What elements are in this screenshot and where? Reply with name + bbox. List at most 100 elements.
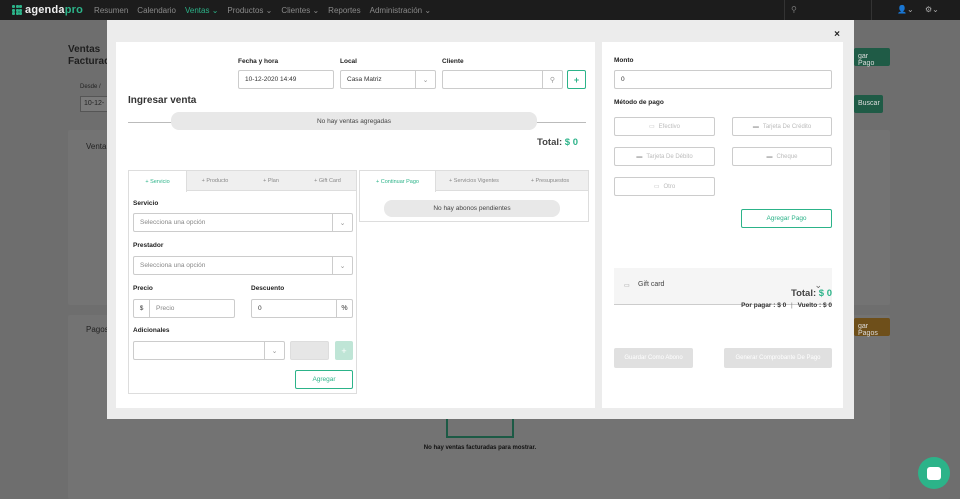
user-menu-icon[interactable]: 👤⌄	[897, 5, 914, 14]
bg-title-line2: Facturad	[68, 56, 111, 67]
servicio-placeholder: Selecciona una opción	[140, 219, 206, 226]
pay-tabs-panel: + Continuar Pago + Servicios Vigentes + …	[359, 170, 589, 222]
chevron-down-icon: ⌄	[332, 214, 352, 231]
agregar-pago-button[interactable]: Agregar Pago	[741, 209, 832, 228]
credit-card-icon: ▬	[752, 123, 759, 130]
descuento-value: 0	[258, 305, 262, 312]
pago-total-value: $ 0	[818, 288, 832, 299]
nav-item-productos[interactable]: Productos ⌄	[227, 6, 272, 15]
por-pagar: Por pagar : $ 0	[741, 302, 787, 309]
adicionales-label: Adicionales	[133, 327, 170, 334]
tarjeta-credito-label: Tarjeta De Crédito	[762, 123, 812, 130]
nav-item-ventas[interactable]: Ventas ⌄	[185, 6, 218, 15]
monto-label: Monto	[614, 57, 634, 64]
tab-servicios-vigentes[interactable]: + Servicios Vigentes	[436, 171, 512, 191]
adicionales-quantity[interactable]	[290, 341, 329, 360]
prestador-placeholder: Selecciona una opción	[140, 262, 206, 269]
tab-servicio[interactable]: + Servicio	[129, 171, 187, 192]
precio-input[interactable]: $ Precio	[133, 299, 235, 318]
nav-item-resumen[interactable]: Resumen	[94, 6, 128, 15]
bg-buscar-button: Buscar	[854, 95, 883, 113]
monto-input[interactable]: 0	[614, 70, 832, 89]
chevron-down-icon: ⌄	[264, 342, 284, 359]
local-label: Local	[340, 58, 357, 65]
bg-agregar-pagos-button: gar Pagos	[854, 318, 890, 337]
gift-card-icon: ▭	[624, 283, 630, 289]
logo-text: agenda	[25, 4, 65, 16]
descuento-input[interactable]: 0 %	[251, 299, 353, 318]
logo-text-pro: pro	[64, 4, 84, 16]
bg-agregar-pago-button: gar Pago	[854, 48, 890, 67]
chat-launcher-button[interactable]	[918, 457, 950, 489]
prestador-label: Prestador	[133, 242, 164, 249]
prestador-select[interactable]: Selecciona una opción ⌄	[133, 256, 353, 275]
nav-menu: Resumen Calendario Ventas ⌄ Productos ⌄ …	[94, 6, 440, 15]
cheque-label: Cheque	[776, 153, 798, 160]
pago-total: Total: $ 0	[791, 288, 832, 299]
pago-summary: Por pagar : $ 0 | Vuelto : $ 0	[741, 302, 832, 309]
payment-method-otro[interactable]: ▭ Otro	[614, 177, 715, 196]
descuento-suffix: %	[336, 300, 352, 317]
nav-item-calendario[interactable]: Calendario	[137, 6, 176, 15]
payment-method-efectivo[interactable]: ▭ Efectivo	[614, 117, 715, 136]
guardar-abono-button[interactable]: Guardar Como Abono	[614, 348, 693, 368]
generar-comprobante-button[interactable]: Generar Comprobante De Pago	[724, 348, 832, 368]
no-abonos-message: No hay abonos pendientes	[384, 200, 560, 217]
nav-item-reportes[interactable]: Reportes	[328, 6, 360, 15]
descuento-label: Descuento	[251, 285, 285, 292]
bg-empty-text: No hay ventas facturadas para mostrar.	[423, 445, 537, 451]
top-search-input[interactable]: ⚲	[784, 0, 872, 20]
precio-prefix: $	[134, 300, 150, 317]
top-navbar: agenda pro Resumen Calendario Ventas ⌄ Pr…	[0, 0, 960, 20]
metodo-label: Método de pago	[614, 99, 664, 106]
add-client-button[interactable]: +	[567, 70, 586, 89]
cliente-input[interactable]: ⚲	[442, 70, 563, 89]
gift-card-accordion[interactable]: ▭ Gift card ⌄	[614, 268, 832, 305]
payment-method-tarjeta-credito[interactable]: ▬ Tarjeta De Crédito	[732, 117, 832, 136]
gift-card-label: Gift card	[638, 281, 665, 288]
bg-date-input: 10-12-	[80, 96, 110, 112]
cheque-icon: ▬	[766, 153, 773, 160]
precio-placeholder: Precio	[156, 305, 175, 312]
fecha-input[interactable]: 10-12-2020 14:49	[238, 70, 334, 89]
nav-item-administracion[interactable]: Administración ⌄	[370, 6, 431, 15]
tab-presupuestos[interactable]: + Presupuestos	[512, 171, 588, 191]
agregar-button[interactable]: Agregar	[295, 370, 353, 389]
tab-producto[interactable]: + Producto	[187, 171, 243, 191]
pay-tabs: + Continuar Pago + Servicios Vigentes + …	[360, 171, 588, 192]
local-select[interactable]: Casa Matriz ⌄	[340, 70, 436, 89]
adicionales-select[interactable]: ⌄	[133, 341, 285, 360]
chevron-down-icon: ⌄	[332, 257, 352, 274]
bg-desde-label: Desde /	[80, 84, 101, 90]
add-adicional-button[interactable]: +	[335, 341, 353, 360]
servicio-select[interactable]: Selecciona una opción ⌄	[133, 213, 353, 232]
servicio-label: Servicio	[133, 200, 159, 207]
cliente-label: Cliente	[442, 58, 464, 65]
gear-icon[interactable]: ⚙⌄	[925, 5, 939, 14]
logo[interactable]: agenda pro	[12, 4, 83, 16]
payment-method-tarjeta-debito[interactable]: ▬ Tarjeta De Débito	[614, 147, 715, 166]
chat-icon	[927, 466, 941, 480]
no-ventas-message: No hay ventas agregadas	[171, 112, 537, 130]
bg-title-line1: Ventas	[68, 44, 101, 55]
payment-panel: Monto 0 Método de pago ▭ Efectivo ▬ Tarjet…	[602, 42, 843, 408]
search-icon[interactable]: ⚲	[542, 71, 562, 88]
search-icon: ⚲	[791, 5, 797, 14]
vuelto: Vuelto : $ 0	[797, 302, 832, 309]
bg-empty-illustration	[446, 418, 514, 438]
local-value: Casa Matriz	[347, 76, 382, 83]
chevron-down-icon: ⌄	[415, 71, 435, 88]
debit-card-icon: ▬	[636, 153, 643, 160]
precio-label: Precio	[133, 285, 153, 292]
venta-total: Total: $ 0	[537, 137, 578, 148]
tab-gift-card[interactable]: + Gift Card	[299, 171, 356, 191]
modal-title: Ingresar venta	[128, 95, 197, 106]
pago-total-label: Total:	[790, 288, 817, 299]
payment-method-cheque[interactable]: ▬ Cheque	[732, 147, 832, 166]
tab-continuar-pago[interactable]: + Continuar Pago	[360, 171, 436, 192]
bg-pagos-label: Pagos	[86, 325, 109, 334]
nav-item-clientes[interactable]: Clientes ⌄	[281, 6, 319, 15]
otro-label: Otro	[663, 183, 676, 190]
tab-plan[interactable]: + Plan	[243, 171, 299, 191]
close-icon[interactable]: ×	[834, 29, 840, 40]
